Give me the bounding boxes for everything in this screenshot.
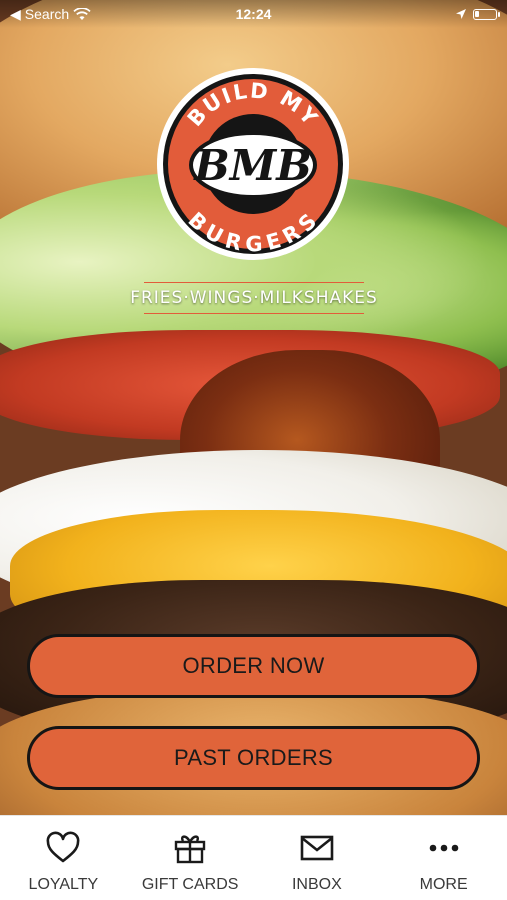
battery-icon [473, 8, 500, 20]
order-now-button[interactable]: ORDER NOW [27, 634, 480, 698]
status-bar: ◀ Search 12:24 [0, 0, 507, 28]
logo-center-text: BMB [193, 141, 312, 190]
tab-loyalty[interactable]: LOYALTY [0, 830, 126, 894]
tab-inbox-label: INBOX [291, 876, 342, 893]
tab-inbox[interactable]: INBOX [254, 830, 380, 894]
bottom-tab-bar: LOYALTY GIFT CARDS INBOX MORE [0, 815, 507, 900]
past-orders-button[interactable]: PAST ORDERS [27, 726, 480, 790]
tab-gift-cards-label: GIFT CARDS [141, 876, 239, 893]
back-arrow-icon: ◀ [10, 5, 21, 22]
wifi-icon [73, 7, 91, 20]
back-to-search[interactable]: ◀ Search [10, 6, 91, 23]
tab-loyalty-label: LOYALTY [28, 876, 99, 893]
bmb-logo: BUILD MY BURGERS BMB [157, 68, 349, 260]
heart-icon [46, 831, 80, 863]
tagline: FRIES·WINGS·MILKSHAKES [130, 280, 377, 316]
gift-icon [174, 835, 206, 864]
back-label: Search [24, 6, 70, 22]
tab-more[interactable]: MORE [381, 830, 507, 894]
more-icon [429, 844, 458, 852]
location-arrow-icon [456, 9, 466, 19]
order-now-label: ORDER NOW [182, 653, 325, 678]
tab-more-label: MORE [419, 876, 468, 893]
envelope-icon [300, 835, 334, 861]
tab-gift-cards[interactable]: GIFT CARDS [127, 830, 253, 894]
past-orders-label: PAST ORDERS [174, 745, 333, 770]
